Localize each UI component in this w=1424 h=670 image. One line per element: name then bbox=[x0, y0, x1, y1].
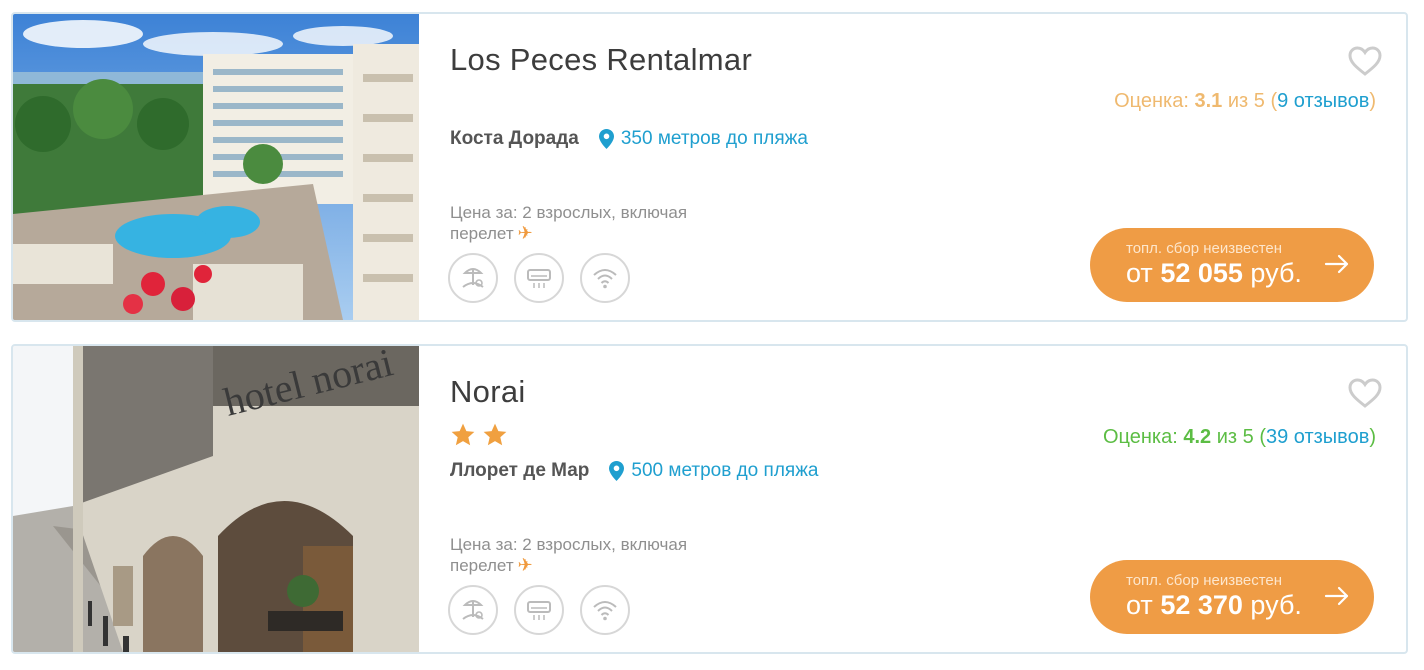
hotel-region: Ллорет де Мар bbox=[450, 460, 590, 481]
hotel-location: Ллорет де Мар 500 метров до пляжа bbox=[450, 460, 818, 482]
price-amount: 52 370 bbox=[1160, 590, 1243, 620]
price-prefix: от bbox=[1126, 590, 1153, 620]
price-note-line2: перелет bbox=[450, 224, 514, 243]
rating-value: 4.2 bbox=[1183, 426, 1212, 448]
amenities-list bbox=[448, 253, 630, 303]
favorite-heart-icon[interactable] bbox=[1348, 46, 1382, 76]
beach-icon bbox=[448, 253, 498, 303]
rating-scale: из 5 bbox=[1227, 90, 1265, 112]
price-note: Цена за: 2 взрослых, включая перелет ✈ bbox=[450, 202, 687, 244]
hotel-card[interactable]: Los Peces Rentalmar Коста Дорада 350 мет… bbox=[11, 12, 1408, 322]
rating-scale: из 5 bbox=[1216, 426, 1254, 448]
rating-label: Оценка: bbox=[1114, 90, 1189, 112]
price-prefix: от bbox=[1126, 258, 1153, 288]
price-amount: 52 055 bbox=[1160, 258, 1243, 288]
fuel-fee-note: топл. сбор неизвестен bbox=[1126, 572, 1283, 589]
wifi-icon bbox=[580, 253, 630, 303]
hotel-region: Коста Дорада bbox=[450, 128, 579, 149]
airplane-icon: ✈ bbox=[517, 223, 533, 243]
hotel-rating: Оценка: 4.2 из 5 (39 отзывов) bbox=[1103, 426, 1376, 449]
star-icon bbox=[483, 423, 507, 446]
reviews-paren-close: ) bbox=[1369, 90, 1376, 112]
map-pin-icon bbox=[598, 129, 614, 149]
hotel-name[interactable]: Norai bbox=[450, 374, 526, 410]
hotel-stars bbox=[450, 422, 508, 448]
wifi-icon bbox=[580, 585, 630, 635]
hotel-name[interactable]: Los Peces Rentalmar bbox=[450, 42, 752, 78]
beach-distance[interactable]: 500 метров до пляжа bbox=[631, 460, 818, 482]
price-label: от 52 055 руб. bbox=[1126, 258, 1302, 289]
amenities-list bbox=[448, 585, 630, 635]
price-label: от 52 370 руб. bbox=[1126, 590, 1302, 621]
arrow-right-icon bbox=[1324, 586, 1349, 606]
map-pin-icon bbox=[609, 461, 625, 481]
favorite-heart-icon[interactable] bbox=[1348, 378, 1382, 408]
arrow-right-icon bbox=[1324, 254, 1349, 274]
rating-label: Оценка: bbox=[1102, 426, 1178, 448]
fuel-fee-note: топл. сбор неизвестен bbox=[1126, 240, 1283, 257]
price-currency: руб. bbox=[1250, 258, 1302, 288]
reviews-link[interactable]: 9 отзывов bbox=[1277, 90, 1369, 112]
book-price-button[interactable]: топл. сбор неизвестен от 52 370 руб. bbox=[1090, 560, 1374, 634]
price-note-line1: Цена за: 2 взрослых, включая bbox=[450, 535, 688, 554]
airplane-icon: ✈ bbox=[517, 555, 533, 575]
hotel-photo[interactable] bbox=[13, 14, 419, 320]
hotel-photo[interactable]: hotel norai bbox=[13, 346, 419, 652]
hotel-card[interactable]: hotel norai Norai Ллорет де Мар 500 метр… bbox=[11, 344, 1408, 654]
air-conditioner-icon bbox=[514, 253, 564, 303]
price-note: Цена за: 2 взрослых, включая перелет ✈ bbox=[450, 534, 687, 576]
air-conditioner-icon bbox=[514, 585, 564, 635]
price-note-line2: перелет bbox=[450, 556, 514, 575]
rating-value: 3.1 bbox=[1194, 90, 1223, 112]
hotel-photo-image bbox=[13, 14, 419, 320]
price-note-line1: Цена за: 2 взрослых, включая bbox=[450, 203, 688, 222]
star-icon bbox=[451, 423, 475, 446]
reviews-link[interactable]: 39 отзывов bbox=[1266, 426, 1369, 448]
price-currency: руб. bbox=[1250, 590, 1302, 620]
hotel-location: Коста Дорада 350 метров до пляжа bbox=[450, 128, 808, 150]
hotel-rating: Оценка: 3.1 из 5 (9 отзывов) bbox=[1114, 90, 1376, 113]
beach-distance[interactable]: 350 метров до пляжа bbox=[621, 128, 808, 150]
hotel-photo-image: hotel norai bbox=[13, 346, 419, 652]
book-price-button[interactable]: топл. сбор неизвестен от 52 055 руб. bbox=[1090, 228, 1374, 302]
beach-icon bbox=[448, 585, 498, 635]
reviews-paren-open: ( bbox=[1259, 426, 1266, 448]
reviews-paren-close: ) bbox=[1369, 426, 1376, 448]
